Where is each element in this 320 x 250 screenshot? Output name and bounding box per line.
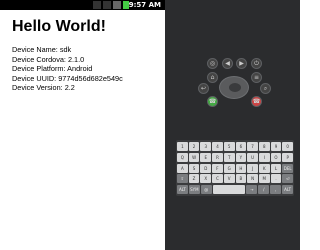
key-b[interactable]: B <box>235 174 247 184</box>
key-d[interactable]: D <box>200 163 212 173</box>
key-→[interactable]: → <box>246 185 258 195</box>
call-icon: ☎ <box>208 98 217 105</box>
dpad[interactable] <box>219 76 249 99</box>
volume-up-icon: ▶ <box>239 60 244 67</box>
key-l[interactable]: L <box>270 163 282 173</box>
key-v[interactable]: V <box>223 174 235 184</box>
home-button[interactable]: ⌂ <box>207 72 218 83</box>
back-icon: ↩ <box>200 85 207 92</box>
key-x[interactable]: X <box>200 174 212 184</box>
key-7[interactable]: 7 <box>247 142 258 151</box>
key-i[interactable]: I <box>258 152 270 162</box>
key-0[interactable]: 0 <box>282 142 294 151</box>
key-9[interactable]: 9 <box>270 142 282 151</box>
keyboard-row: QWERTYUIOP <box>176 152 294 162</box>
key-t[interactable]: T <box>223 152 235 162</box>
key-f[interactable]: F <box>212 163 223 173</box>
device-platform-text: Device Platform: Android <box>12 64 93 74</box>
key-s[interactable]: S <box>188 163 200 173</box>
menu-icon: ≡ <box>253 74 260 81</box>
key-p[interactable]: P <box>282 152 294 162</box>
page-title: Hello World! <box>12 18 106 35</box>
key-q[interactable]: Q <box>177 152 188 162</box>
key-j[interactable]: J <box>247 163 258 173</box>
key-del[interactable]: DEL <box>282 163 294 173</box>
key-.[interactable]: . <box>270 174 282 184</box>
emulator-panel <box>165 0 300 250</box>
search-icon: ⌕ <box>263 84 268 92</box>
network-icon <box>113 1 121 9</box>
key-2[interactable]: 2 <box>188 142 200 151</box>
power-icon: ⏻ <box>254 59 259 67</box>
key-@[interactable]: @ <box>200 185 212 195</box>
key-alt[interactable]: ALT <box>177 185 188 195</box>
key-y[interactable]: Y <box>235 152 247 162</box>
back-button[interactable]: ↩ <box>198 83 209 94</box>
call-button[interactable]: ☎ <box>207 96 218 107</box>
key-m[interactable]: M <box>258 174 270 184</box>
signal-icon <box>103 1 111 9</box>
key-sym[interactable]: SYM <box>188 185 200 195</box>
volume-up-button[interactable]: ▶ <box>236 58 247 69</box>
key-1[interactable]: 1 <box>177 142 188 151</box>
key-⏎[interactable]: ⏎ <box>282 174 294 184</box>
key-h[interactable]: H <box>235 163 247 173</box>
keyboard-row: 1234567890 <box>176 142 294 151</box>
key-alt[interactable]: ALT <box>282 185 294 195</box>
key-8[interactable]: 8 <box>258 142 270 151</box>
key-space[interactable] <box>212 185 246 195</box>
key-a[interactable]: A <box>177 163 188 173</box>
emulator-keyboard: 1 2 3 4 5 6 7 8 9 0 Q W E R T Y U I O P A S D F G H J K L DEL ⇧ Z X C V B N M… <box>176 140 294 196</box>
notification-icon <box>93 1 101 9</box>
key-,[interactable]: , <box>270 185 282 195</box>
key-6[interactable]: 6 <box>235 142 247 151</box>
keyboard-row: ALT SYM @ → /, ALT <box>176 185 294 195</box>
camera-icon: ◎ <box>209 60 216 67</box>
key-⇧[interactable]: ⇧ <box>177 174 188 184</box>
key-e[interactable]: E <box>200 152 212 162</box>
device-version-text: Device Version: 2.2 <box>12 83 75 93</box>
key-r[interactable]: R <box>212 152 223 162</box>
key-z[interactable]: Z <box>188 174 200 184</box>
key-c[interactable]: C <box>212 174 223 184</box>
key-g[interactable]: G <box>223 163 235 173</box>
search-button[interactable]: ⌕ <box>260 83 271 94</box>
menu-button[interactable]: ≡ <box>251 72 262 83</box>
key-n[interactable]: N <box>247 174 258 184</box>
key-/[interactable]: / <box>258 185 270 195</box>
keyboard-row: ⇧ Z X C V B N M. ⏎ <box>176 174 294 184</box>
key-u[interactable]: U <box>247 152 258 162</box>
device-cordova-text: Device Cordova: 2.1.0 <box>12 54 85 64</box>
key-k[interactable]: K <box>258 163 270 173</box>
clock: 9:57 AM <box>128 1 161 9</box>
status-icons <box>93 1 129 9</box>
device-uuid-text: Device UUID: 9774d56d682e549c <box>12 73 123 83</box>
key-o[interactable]: O <box>270 152 282 162</box>
end-call-button[interactable]: ☎ <box>251 96 262 107</box>
keyboard-row: A S D F G H J K L DEL <box>176 163 294 173</box>
key-w[interactable]: W <box>188 152 200 162</box>
key-3[interactable]: 3 <box>200 142 212 151</box>
home-icon: ⌂ <box>210 74 215 81</box>
key-4[interactable]: 4 <box>212 142 223 151</box>
volume-down-icon: ◀ <box>225 60 230 67</box>
end-call-icon: ☎ <box>252 98 261 105</box>
device-name-text: Device Name: sdk <box>12 45 72 54</box>
volume-down-button[interactable]: ◀ <box>222 58 233 69</box>
phone-screen: 9:57 AM Hello World! Device Name: sdk De… <box>0 0 165 250</box>
dpad-center-button[interactable] <box>229 83 241 92</box>
power-button[interactable]: ⏻ <box>251 58 262 69</box>
device-info: Device Name: sdk Device Cordova: 2.1.0 D… <box>12 45 123 93</box>
camera-button[interactable]: ◎ <box>207 58 218 69</box>
key-5[interactable]: 5 <box>223 142 235 151</box>
status-bar: 9:57 AM <box>0 0 165 10</box>
